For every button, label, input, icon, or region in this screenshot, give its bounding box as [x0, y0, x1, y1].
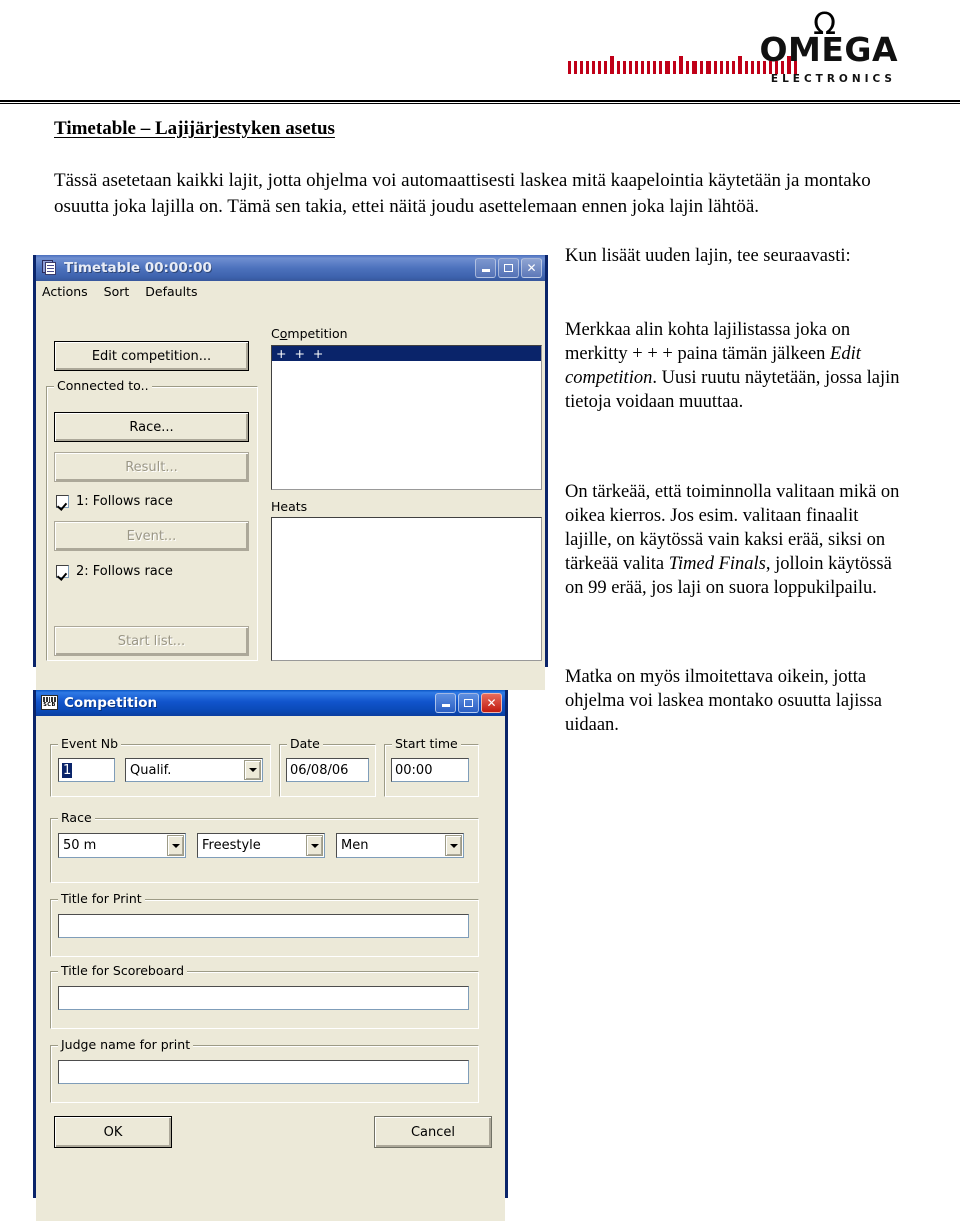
competition-listbox[interactable]: + + + [271, 345, 542, 490]
chevron-down-icon[interactable] [167, 835, 184, 856]
paragraph-part-a: Merkkaa alin kohta lajilistassa joka on … [565, 320, 851, 364]
race-stroke-select[interactable]: Freestyle [197, 833, 325, 858]
competition-body: Event Nb 1 Qualif. Date 06/08/06 Start t… [36, 716, 505, 1221]
event-nb-value: 1 [62, 762, 73, 778]
heats-list-label: Heats [271, 499, 308, 514]
race-button[interactable]: Race... [54, 412, 249, 442]
event-button: Event... [54, 521, 249, 551]
heats-listbox[interactable] [271, 517, 542, 661]
round-select[interactable]: Qualif. [125, 758, 263, 782]
menu-sort[interactable]: Sort [104, 284, 130, 299]
race-gender-value: Men [341, 838, 369, 853]
minimize-button[interactable] [435, 693, 456, 713]
timetable-titlebar[interactable]: Timetable 00:00:00 ✕ [36, 255, 545, 281]
race-stroke-value: Freestyle [202, 838, 261, 853]
date-input[interactable]: 06/08/06 [286, 758, 369, 782]
round-select-value: Qualif. [130, 762, 172, 778]
race-gender-select[interactable]: Men [336, 833, 464, 858]
race-distance-select[interactable]: 50 m [58, 833, 186, 858]
intro-paragraph: Tässä asetetaan kaikki lajit, jotta ohje… [54, 170, 871, 217]
competition-window-controls[interactable]: ✕ [435, 693, 502, 713]
race-group-label: Race [58, 810, 95, 825]
right-column-paragraph-1: Kun lisäät uuden lajin, tee seuraavasti: [565, 244, 905, 268]
right-column-paragraph-2: Merkkaa alin kohta lajilistassa joka on … [565, 318, 905, 414]
event-nb-group-label: Event Nb [58, 736, 122, 751]
omega-barcode-graphic [568, 56, 820, 74]
timetable-body: Actions Sort Defaults Edit competition..… [36, 281, 545, 690]
title-for-print-group-label: Title for Print [58, 891, 145, 906]
maximize-button[interactable] [458, 693, 479, 713]
header-divider [0, 100, 960, 104]
chevron-down-icon[interactable] [244, 760, 261, 780]
judge-name-input[interactable] [58, 1060, 469, 1084]
race-distance-value: 50 m [63, 838, 97, 853]
checkbox-2-label: 2: Follows race [76, 564, 173, 579]
judge-name-group-label: Judge name for print [58, 1037, 194, 1052]
timetable-icon [41, 259, 58, 277]
start-time-value: 00:00 [395, 762, 433, 778]
event-nb-input[interactable]: 1 [58, 758, 115, 782]
right-column-paragraph-3: On tärkeää, että toiminnolla valitaan mi… [565, 480, 905, 600]
checkbox-2-box[interactable] [56, 565, 69, 578]
paragraph-text: Merkkaa alin kohta lajilistassa joka on … [565, 318, 905, 414]
minimize-button[interactable] [475, 258, 496, 278]
checkbox-1-box[interactable] [56, 495, 69, 508]
start-list-button: Start list... [54, 626, 249, 656]
maximize-button[interactable] [498, 258, 519, 278]
omega-subbrand-text: ELECTRONICS [770, 73, 896, 85]
title-for-print-input[interactable] [58, 914, 469, 938]
paragraph-text: Matka on myös ilmoitettava oikein, jotta… [565, 667, 883, 735]
close-button[interactable]: ✕ [481, 693, 502, 713]
checkbox-2-follows-race[interactable]: 2: Follows race [56, 564, 173, 579]
emphasis-timed-finals: Timed Finals [668, 554, 766, 574]
timetable-menubar[interactable]: Actions Sort Defaults [36, 281, 545, 302]
menu-defaults[interactable]: Defaults [145, 284, 197, 299]
timetable-window-title: Timetable 00:00:00 [64, 260, 212, 276]
chevron-down-icon[interactable] [445, 835, 462, 856]
start-time-input[interactable]: 00:00 [391, 758, 469, 782]
timetable-window-controls[interactable]: ✕ [475, 258, 542, 278]
page-header: Ω OMEGA ELECTRONICS [0, 0, 960, 96]
date-value: 06/08/06 [290, 762, 349, 778]
right-column-paragraph-4: Matka on myös ilmoitettava oikein, jotta… [565, 665, 905, 737]
result-button: Result... [54, 452, 249, 482]
checkbox-1-follows-race[interactable]: 1: Follows race [56, 494, 173, 509]
omega-logo: Ω OMEGA ELECTRONICS [568, 8, 898, 92]
competition-window[interactable]: SCB Competition ✕ Event Nb 1 Qualif. Dat… [33, 690, 508, 1221]
chevron-down-icon[interactable] [306, 835, 323, 856]
paragraph-text: On tärkeää, että toiminnolla valitaan mi… [565, 480, 905, 600]
connected-to-group-label: Connected to.. [54, 378, 152, 393]
title-for-scoreboard-input[interactable] [58, 986, 469, 1010]
competition-window-title: Competition [64, 695, 158, 711]
edit-competition-button[interactable]: Edit competition... [54, 341, 249, 371]
timetable-window[interactable]: Timetable 00:00:00 ✕ Actions Sort Defaul… [33, 255, 548, 690]
scoreboard-icon: SCB [41, 694, 58, 712]
page-title: Timetable – Lajijärjestyken asetus [54, 118, 335, 139]
list-item[interactable]: + + + [272, 346, 541, 361]
title-for-scoreboard-group-label: Title for Scoreboard [58, 963, 188, 978]
close-button[interactable]: ✕ [521, 258, 542, 278]
paragraph-text: Kun lisäät uuden lajin, tee seuraavasti: [565, 246, 851, 266]
competition-list-label: Competition [271, 326, 348, 341]
competition-titlebar[interactable]: SCB Competition ✕ [36, 690, 505, 716]
date-group-label: Date [287, 736, 323, 751]
start-time-group-label: Start time [392, 736, 461, 751]
cancel-button[interactable]: Cancel [374, 1116, 492, 1148]
ok-button[interactable]: OK [54, 1116, 172, 1148]
start-list-label: Start list... [117, 633, 186, 649]
menu-actions[interactable]: Actions [42, 284, 88, 299]
checkbox-1-label: 1: Follows race [76, 494, 173, 509]
